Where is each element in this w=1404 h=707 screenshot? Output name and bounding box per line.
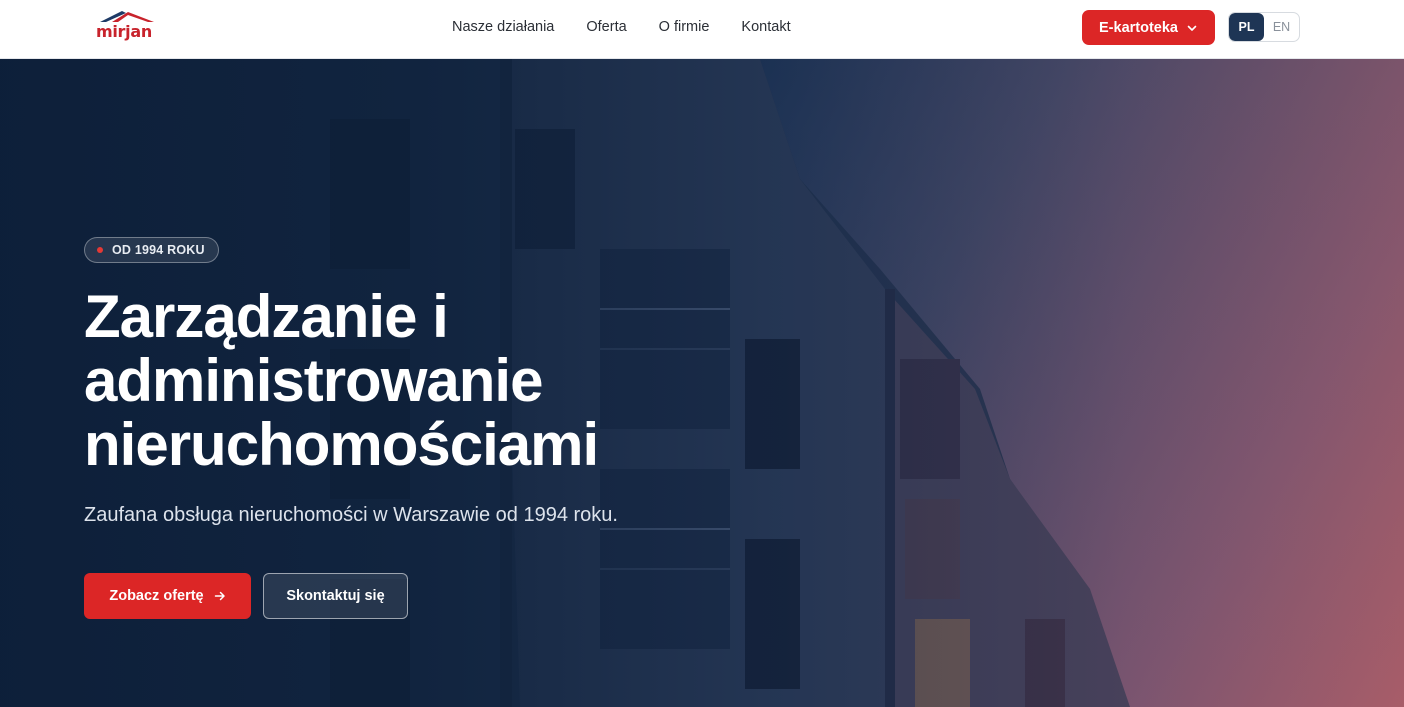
headline-line-2: administrowanie — [84, 347, 543, 414]
hero-section: OD 1994 ROKU Zarządzanie i administrowan… — [0, 59, 1404, 707]
lang-pl[interactable]: PL — [1229, 13, 1264, 41]
badge-label: OD 1994 ROKU — [112, 243, 205, 257]
nav-item-o-firmie[interactable]: O firmie — [659, 18, 710, 36]
hero-subtitle: Zaufana obsługa nieruchomości w Warszawi… — [84, 504, 618, 526]
logo[interactable]: mirjan — [96, 10, 160, 44]
nav-item-kontakt[interactable]: Kontakt — [741, 18, 790, 36]
main-nav: Nasze działania Oferta O firmie Kontakt — [452, 18, 791, 36]
headline-line-1: Zarządzanie i — [84, 283, 449, 350]
lang-en[interactable]: EN — [1264, 13, 1299, 41]
see-offer-label: Zobacz ofertę — [109, 588, 204, 604]
since-badge: OD 1994 ROKU — [84, 237, 219, 263]
ekartoteka-button[interactable]: E-kartoteka — [1082, 10, 1215, 45]
contact-button[interactable]: Skontaktuj się — [263, 573, 408, 619]
nav-item-nasze-dzialania[interactable]: Nasze działania — [452, 18, 554, 36]
arrow-right-icon — [214, 591, 225, 601]
nav-item-oferta[interactable]: Oferta — [586, 18, 626, 36]
site-header: mirjan Nasze działania Oferta O firmie K… — [0, 0, 1404, 59]
ekartoteka-label: E-kartoteka — [1099, 19, 1178, 36]
chevron-down-icon — [1187, 25, 1197, 31]
hero-headline: Zarządzanie i administrowanie nieruchomo… — [84, 285, 784, 477]
language-switcher: PL EN — [1228, 12, 1300, 42]
headline-line-3: nieruchomościami — [84, 411, 599, 478]
logo-wordmark: mirjan — [96, 22, 152, 41]
see-offer-button[interactable]: Zobacz ofertę — [84, 573, 251, 619]
badge-dot-icon — [97, 247, 103, 253]
